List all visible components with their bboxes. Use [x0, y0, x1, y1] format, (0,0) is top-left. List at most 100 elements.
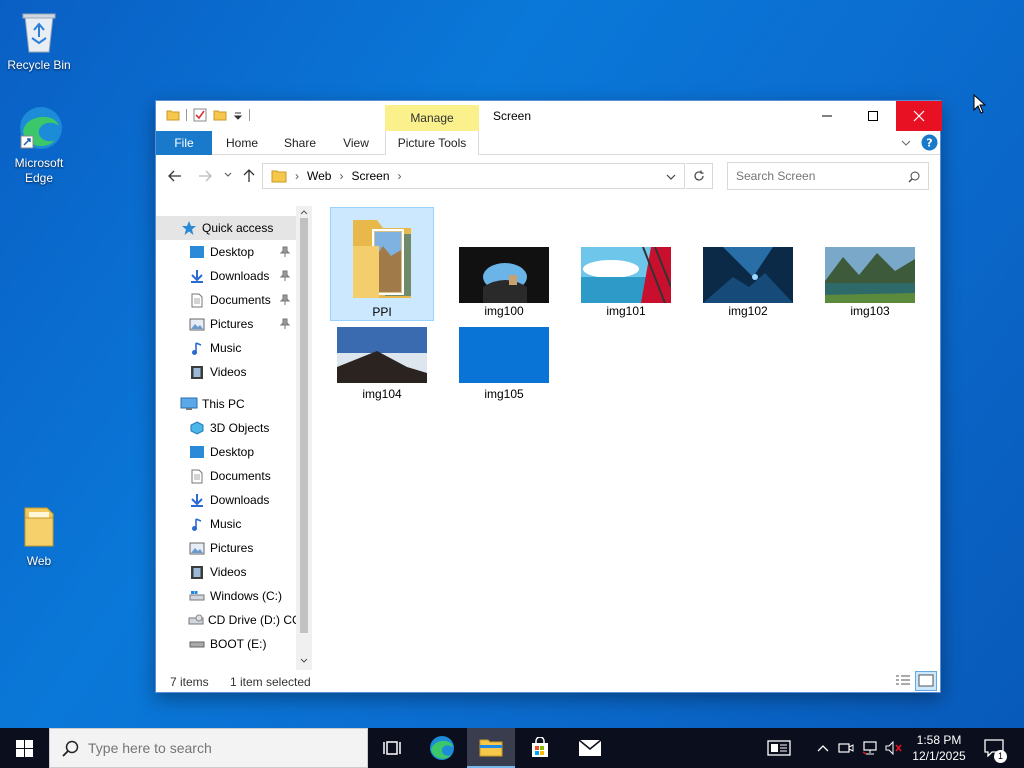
item-count: 7 items — [170, 675, 209, 689]
file-name: img101 — [606, 304, 646, 318]
search-icon[interactable] — [908, 171, 920, 183]
nav-quick-pictures[interactable]: Pictures — [156, 312, 296, 336]
large-icons-view-icon[interactable] — [915, 671, 937, 691]
scrollbar-thumb[interactable] — [300, 218, 308, 633]
document-icon — [188, 292, 206, 308]
mouse-cursor-icon — [973, 94, 987, 114]
search-input[interactable] — [736, 169, 901, 183]
properties-icon[interactable] — [193, 108, 207, 122]
taskbar-mail[interactable] — [566, 728, 614, 768]
pin-icon[interactable] — [280, 318, 290, 330]
nav-pc-cd-drive-d[interactable]: CD Drive (D:) CC — [156, 608, 301, 632]
tray-network[interactable] — [860, 728, 880, 768]
close-button[interactable] — [896, 101, 942, 131]
file-item-image[interactable]: img100 — [452, 207, 556, 321]
nav-pc-boot-e[interactable]: BOOT (E:) — [156, 632, 296, 656]
file-item-image[interactable]: img102 — [696, 207, 800, 321]
nav-pc-desktop[interactable]: Desktop — [156, 440, 296, 464]
tab-home[interactable]: Home — [220, 131, 264, 155]
folder-icon[interactable] — [166, 108, 180, 122]
close-icon — [913, 110, 925, 122]
pictures-icon — [188, 540, 206, 556]
tab-view[interactable]: View — [336, 131, 376, 155]
forward-arrow-icon[interactable] — [198, 170, 212, 182]
breadcrumb-web[interactable]: Web — [307, 169, 331, 183]
taskbar-clock[interactable]: 1:58 PM 12/1/2025 — [906, 732, 972, 764]
start-button[interactable] — [0, 728, 48, 768]
refresh-button[interactable] — [686, 163, 713, 189]
nav-scrollbar[interactable] — [296, 206, 312, 670]
nav-quick-documents[interactable]: Documents — [156, 288, 296, 312]
breadcrumb-screen[interactable]: Screen — [351, 169, 389, 183]
help-icon[interactable]: ? — [921, 134, 938, 151]
news-icon — [767, 740, 791, 756]
file-item-image[interactable]: img101 — [574, 207, 678, 321]
file-item-image[interactable]: img103 — [818, 207, 922, 321]
taskbar-edge[interactable] — [418, 728, 466, 768]
scroll-down-icon[interactable] — [300, 658, 308, 664]
nav-quick-videos[interactable]: Videos — [156, 360, 296, 384]
title-bar[interactable]: Manage Screen — [156, 101, 942, 131]
file-item-image[interactable]: img105 — [452, 325, 556, 439]
address-dropdown-icon[interactable] — [666, 173, 676, 181]
desktop-icon-recycle-bin[interactable]: Recycle Bin — [1, 8, 77, 73]
show-hidden-icons[interactable] — [814, 728, 832, 768]
file-explorer-icon — [479, 739, 503, 757]
nav-quick-downloads[interactable]: Downloads — [156, 264, 296, 288]
customize-toolbar-icon[interactable] — [233, 108, 243, 122]
expand-ribbon-icon[interactable] — [901, 138, 911, 148]
scroll-up-icon[interactable] — [300, 209, 308, 215]
nav-this-pc[interactable]: This PC — [156, 392, 296, 416]
nav-label: Pictures — [210, 541, 254, 555]
action-center-button[interactable]: 1 — [980, 728, 1008, 768]
back-arrow-icon[interactable] — [168, 170, 182, 182]
news-widget[interactable] — [760, 728, 798, 768]
nav-pc-videos[interactable]: Videos — [156, 560, 296, 584]
nav-quick-access[interactable]: Quick access — [156, 216, 296, 240]
nav-pc-windows-c[interactable]: Windows (C:) — [156, 584, 296, 608]
nav-pc-3d-objects[interactable]: 3D Objects — [156, 416, 296, 440]
maximize-icon — [868, 111, 878, 121]
nav-label: Videos — [210, 365, 247, 379]
maximize-button[interactable] — [850, 101, 896, 131]
search-icon — [62, 740, 79, 757]
desktop-icon-web-folder[interactable]: Web — [1, 504, 77, 569]
computer-icon — [180, 396, 198, 412]
tab-file[interactable]: File — [156, 131, 212, 155]
manage-context-tab[interactable]: Manage — [385, 105, 479, 131]
nav-quick-desktop[interactable]: Desktop — [156, 240, 296, 264]
file-item-folder[interactable]: PPI — [330, 207, 434, 321]
nav-pc-music[interactable]: Music — [156, 512, 296, 536]
new-folder-icon[interactable] — [213, 108, 227, 122]
image-thumbnail — [459, 247, 549, 303]
details-view-icon[interactable] — [894, 673, 912, 689]
taskbar-search-box[interactable] — [49, 728, 368, 768]
up-arrow-icon[interactable] — [243, 169, 255, 183]
address-bar[interactable]: › Web › Screen › — [262, 163, 685, 189]
pictures-icon — [188, 316, 206, 332]
search-box[interactable] — [727, 162, 929, 190]
tab-picture-tools[interactable]: Picture Tools — [385, 131, 479, 155]
recent-locations-icon[interactable] — [224, 172, 232, 178]
tray-volume[interactable] — [884, 728, 904, 768]
tab-share[interactable]: Share — [278, 131, 322, 155]
file-item-image[interactable]: img104 — [330, 325, 434, 439]
nav-pc-downloads[interactable]: Downloads — [156, 488, 296, 512]
nav-pc-pictures[interactable]: Pictures — [156, 536, 296, 560]
desktop-icon-label: Recycle Bin — [7, 58, 71, 72]
nav-label: Documents — [210, 293, 271, 307]
minimize-button[interactable] — [804, 101, 850, 131]
desktop-icon-edge[interactable]: Microsoft Edge — [1, 104, 77, 186]
pin-icon[interactable] — [280, 294, 290, 306]
nav-pc-documents[interactable]: Documents — [156, 464, 296, 488]
task-view-button[interactable] — [368, 728, 416, 768]
taskbar-file-explorer[interactable] — [467, 728, 515, 768]
nav-quick-music[interactable]: Music — [156, 336, 296, 360]
drive-icon — [188, 588, 206, 604]
pin-icon[interactable] — [280, 270, 290, 282]
status-bar: 7 items 1 item selected — [156, 671, 940, 693]
taskbar-search-input[interactable] — [88, 740, 348, 756]
pin-icon[interactable] — [280, 246, 290, 258]
tray-meet-now[interactable] — [836, 728, 856, 768]
taskbar-store[interactable] — [516, 728, 564, 768]
